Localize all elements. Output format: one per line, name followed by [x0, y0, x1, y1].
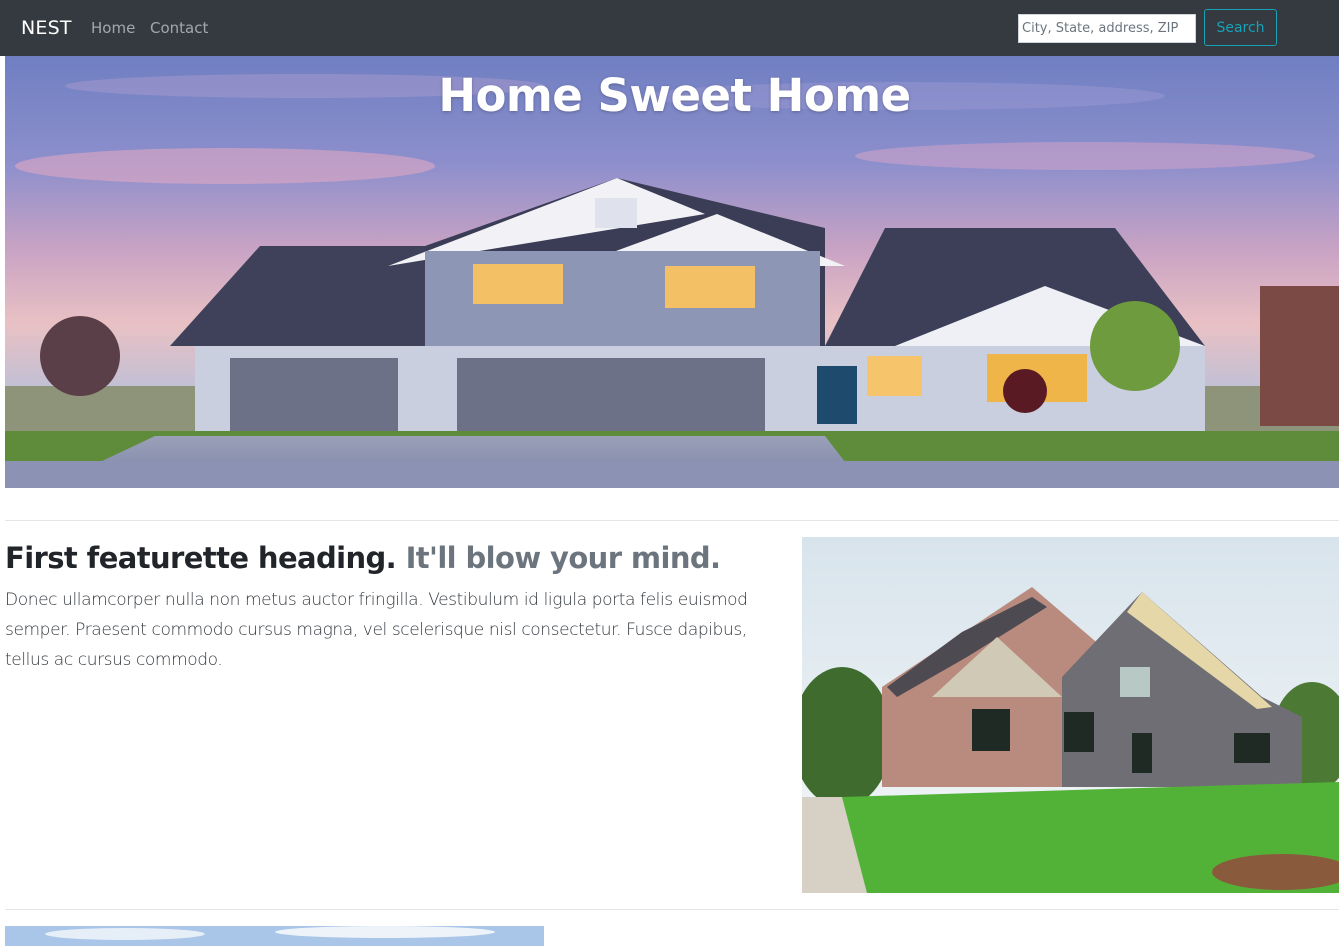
navbar: NEST Home Contact Search [0, 0, 1339, 56]
search-input[interactable] [1018, 14, 1196, 43]
featurette-heading: First featurette heading. It'll blow you… [5, 538, 785, 578]
featurette-house-image [802, 537, 1339, 893]
nav-link-home[interactable]: Home [91, 18, 135, 38]
hero-title: Home Sweet Home [438, 69, 911, 122]
nav-link-contact[interactable]: Contact [150, 18, 208, 38]
divider [5, 909, 1339, 910]
divider [5, 520, 1339, 521]
featurette-heading-main: First featurette heading. [5, 541, 397, 575]
featurette-heading-muted: It'll blow your mind. [405, 541, 721, 575]
featurette-text: Donec ullamcorper nulla non metus auctor… [5, 590, 748, 670]
brand-logo[interactable]: NEST [21, 16, 72, 40]
search-button[interactable]: Search [1204, 9, 1277, 46]
hero-banner: Home Sweet Home [5, 56, 1339, 488]
featurette-2-image [5, 926, 544, 946]
